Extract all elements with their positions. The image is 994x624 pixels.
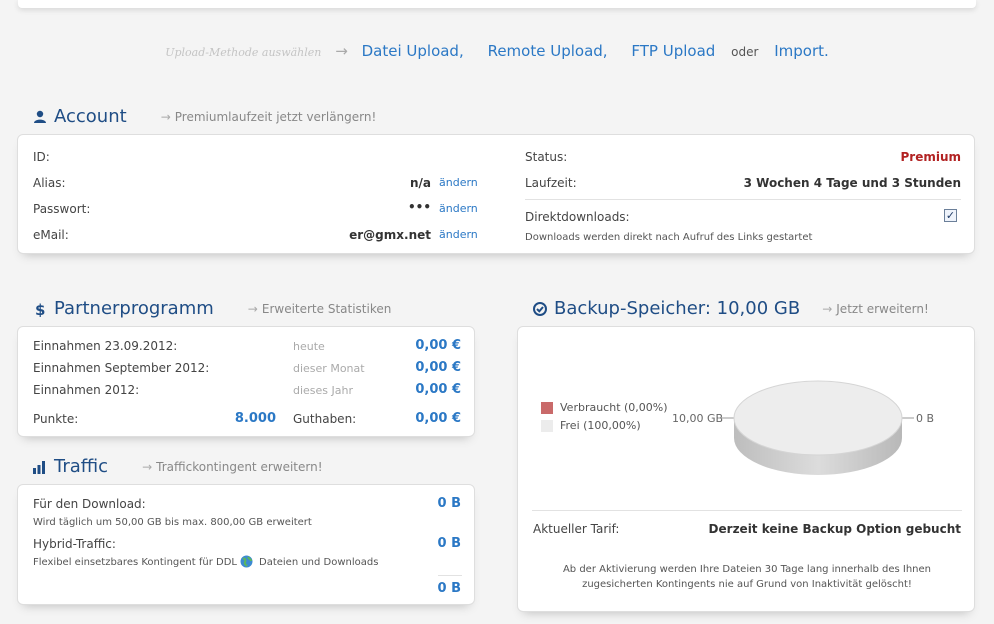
arrow-right-icon: → (160, 109, 171, 124)
upload-method-row: Upload-Methode auswählen → Datei Upload,… (0, 42, 994, 60)
extended-stats-label: Erweiterte Statistiken (261, 301, 392, 316)
traffic-header: Traffic → Traffickontingent erweitern! (32, 456, 323, 477)
password-value: ••• (407, 200, 431, 214)
earnings-month-label: Einnahmen September 2012: (33, 361, 210, 375)
direct-downloads-checkbox[interactable]: ✓ (944, 209, 957, 222)
earnings-month-value: 0,00 € (415, 360, 461, 375)
account-panel: ID: Alias: n/a ändern Passwort: ••• ände… (17, 134, 975, 254)
extend-traffic-label: Traffickontingent erweitern! (156, 459, 323, 474)
earnings-today-label: Einnahmen 23.09.2012: (33, 339, 178, 353)
pie-label-total: 10,00 GB (672, 412, 724, 425)
backup-panel: Verbraucht (0,00%) Frei (100,00%) 10,00 … (517, 326, 975, 612)
legend-used-swatch (541, 402, 553, 414)
svg-text:$: $ (35, 301, 45, 317)
extend-backup-link[interactable]: → Jetzt erweitern! (822, 302, 929, 316)
password-label: Passwort: (33, 202, 91, 216)
pie-slice-free (733, 380, 903, 456)
earnings-year-period: dieses Jahr (293, 384, 354, 397)
extend-backup-label: Jetzt erweitern! (836, 301, 929, 316)
email-label: eMail: (33, 228, 69, 242)
account-header: Account → Premiumlaufzeit jetzt verlänger… (32, 106, 376, 127)
comma: , (602, 42, 608, 60)
divider (438, 575, 462, 576)
points-value: 8.000 (234, 411, 276, 426)
id-label: ID: (33, 150, 50, 164)
user-icon (32, 109, 48, 125)
import-link[interactable]: Import. (774, 42, 829, 60)
direct-downloads-note: Downloads werden direkt nach Aufruf des … (525, 232, 813, 243)
file-upload-link[interactable]: Datei Upload (362, 42, 459, 60)
partner-header: $ Partnerprogramm → Erweiterte Statistike… (32, 298, 391, 319)
arrow-right-icon: → (335, 42, 348, 60)
extended-stats-link[interactable]: → Erweiterte Statistiken (248, 302, 392, 316)
alias-value: n/a (409, 176, 431, 190)
comma: , (458, 42, 464, 60)
change-alias-link[interactable]: ändern (439, 176, 478, 189)
check-circle-icon (532, 301, 548, 317)
direct-downloads-label: Direktdownloads: (525, 210, 630, 224)
pie-label-used: 0 B (916, 412, 935, 425)
extend-premium-link[interactable]: → Premiumlaufzeit jetzt verlängern! (161, 110, 377, 124)
earnings-year-label: Einnahmen 2012: (33, 383, 140, 397)
earnings-today-period: heute (293, 340, 325, 353)
or-text: oder (731, 45, 759, 59)
arrow-right-icon: → (822, 301, 833, 316)
status-value: Premium (900, 150, 961, 164)
partner-title: Partnerprogramm (54, 298, 214, 319)
upload-hint: Upload-Methode auswählen (165, 46, 322, 59)
legend-free-label: Frei (100,00%) (560, 419, 641, 432)
earnings-month-period: dieser Monat (293, 362, 365, 375)
alias-label: Alias: (33, 176, 66, 190)
traffic-total-value: 0 B (437, 581, 461, 596)
change-password-link[interactable]: ändern (439, 202, 478, 215)
legend-used-label: Verbraucht (0,00%) (560, 401, 668, 414)
divider (525, 199, 961, 200)
tariff-value: Derzeit keine Backup Option gebucht (708, 522, 961, 536)
credit-value: 0,00 € (415, 411, 461, 426)
backup-note-line2: zugesicherten Kontingents nie auf Grund … (582, 579, 912, 590)
remote-upload-link[interactable]: Remote Upload (488, 42, 603, 60)
backup-note-line1: Ab der Aktivierung werden Ihre Dateien 3… (562, 564, 932, 575)
hybrid-traffic-note-b: Dateien und Downloads (259, 557, 379, 568)
partner-panel: Einnahmen 23.09.2012: heute 0,00 € Einna… (17, 326, 475, 437)
extend-traffic-link[interactable]: → Traffickontingent erweitern! (142, 460, 322, 474)
hybrid-traffic-label: Hybrid-Traffic: (33, 537, 116, 551)
legend-free-swatch (541, 420, 553, 432)
extend-premium-label: Premiumlaufzeit jetzt verlängern! (174, 109, 377, 124)
points-label: Punkte: (33, 412, 79, 426)
bar-chart-icon (32, 459, 48, 475)
download-traffic-value: 0 B (437, 496, 461, 511)
traffic-title: Traffic (54, 456, 109, 477)
change-email-link[interactable]: ändern (439, 228, 478, 241)
runtime-value: 3 Wochen 4 Tage und 3 Stunden (743, 176, 961, 190)
arrow-right-icon: → (142, 459, 153, 474)
ftp-upload-link[interactable]: FTP Upload (631, 42, 715, 60)
earnings-year-value: 0,00 € (415, 382, 461, 397)
earnings-today-value: 0,00 € (415, 338, 461, 353)
top-bar (18, 0, 976, 8)
download-traffic-label: Für den Download: (33, 497, 146, 511)
account-title: Account (54, 106, 127, 127)
backup-title: Backup-Speicher: 10,00 GB (554, 298, 801, 319)
divider (532, 510, 962, 511)
runtime-label: Laufzeit: (525, 176, 577, 190)
traffic-panel: Für den Download: 0 B Wird täglich um 50… (17, 484, 475, 605)
hybrid-traffic-note: Flexibel einsetzbares Kontingent für DDL (33, 557, 237, 568)
globe-icon (240, 555, 253, 568)
arrow-right-icon: → (247, 301, 258, 316)
dollar-icon: $ (32, 301, 48, 319)
credit-label: Guthaben: (293, 412, 357, 426)
email-value: er@gmx.net (349, 228, 431, 242)
download-traffic-note: Wird täglich um 50,00 GB bis max. 800,00… (33, 517, 312, 528)
tariff-label: Aktueller Tarif: (533, 522, 620, 536)
backup-header: Backup-Speicher: 10,00 GB → Jetzt erweite… (532, 298, 929, 319)
status-label: Status: (525, 150, 568, 164)
storage-pie-chart (718, 380, 914, 475)
hybrid-traffic-value: 0 B (437, 536, 461, 551)
